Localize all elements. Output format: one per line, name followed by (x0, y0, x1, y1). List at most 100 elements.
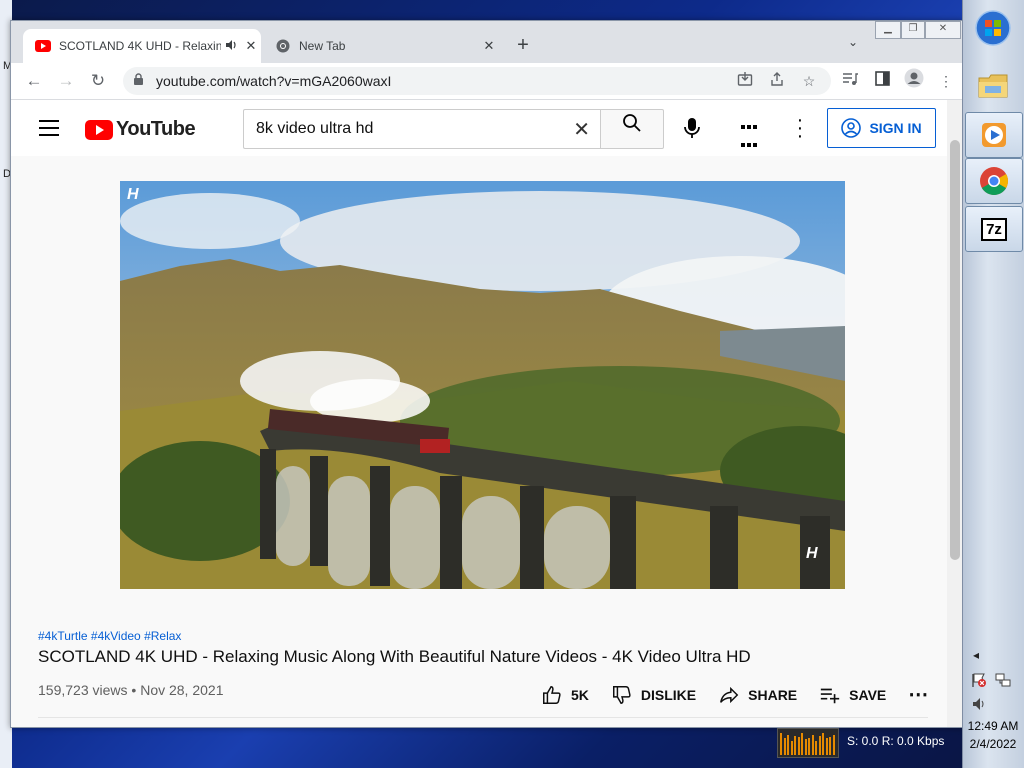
meta-separator: • (131, 682, 141, 698)
browser-toolbar: ← → ↻ youtube.com/watch?v=mGA2060waxI ☆ … (11, 63, 963, 100)
save-button[interactable]: SAVE (819, 684, 886, 706)
network-activity-bar (815, 741, 817, 755)
page-scrollbar[interactable] (947, 100, 963, 727)
close-window-button[interactable]: ✕ (925, 21, 961, 39)
youtube-header: YouTube 8k video ultra hd ✕ · · · SIGN IN (11, 100, 947, 165)
file-explorer-icon[interactable] (965, 64, 1021, 108)
network-activity-bar (790, 741, 793, 755)
logo-text: YouTube (116, 118, 196, 140)
scrollbar-thumb[interactable] (950, 140, 960, 560)
search-icon (623, 114, 641, 132)
share-arrow-icon (720, 686, 739, 703)
side-panel-icon[interactable] (869, 68, 895, 94)
network-activity-bar (832, 735, 835, 755)
browser-window: SCOTLAND 4K UHD - Relaxin ✕ New Tab ✕ + … (10, 20, 964, 728)
voice-search-icon[interactable] (679, 114, 705, 142)
tab-new-tab[interactable]: New Tab ✕ (263, 29, 499, 63)
like-count: 5K (571, 686, 589, 703)
audio-playing-icon[interactable] (221, 39, 241, 54)
bookmark-star-icon[interactable]: ☆ (799, 71, 819, 91)
address-bar[interactable]: youtube.com/watch?v=mGA2060waxI ☆ (123, 67, 831, 95)
forward-arrow-icon[interactable]: → (53, 68, 79, 94)
playlist-add-icon (820, 688, 840, 703)
like-button[interactable]: 5K (541, 684, 589, 706)
sevenzip-icon[interactable]: 7z (965, 206, 1023, 252)
network-activity-bar (794, 736, 796, 755)
chrome-menu-icon[interactable]: ⋮ (933, 68, 959, 94)
tab-close-icon[interactable]: ✕ (241, 38, 261, 54)
taskbar: 7z ◂ (962, 0, 1024, 768)
new-tab-button[interactable]: + (511, 34, 535, 58)
share-button[interactable]: SHARE (718, 684, 797, 706)
network-activity-bar (787, 735, 789, 755)
video-hashtags[interactable]: #4kTurtle #4kVideo #Relax (38, 629, 181, 643)
media-player-icon[interactable] (965, 112, 1023, 158)
media-control-icon[interactable] (837, 68, 863, 94)
watch-page-content: H H #4kTurtle #4kVideo #Relax SCOTLAND 4… (11, 156, 947, 727)
minimize-button[interactable]: ▁ (875, 21, 901, 39)
save-label: SAVE (849, 686, 887, 703)
clear-search-icon[interactable]: ✕ (573, 117, 590, 142)
watermark-bottom: H (806, 545, 818, 562)
hamburger-menu-icon[interactable] (39, 120, 59, 141)
tab-youtube[interactable]: SCOTLAND 4K UHD - Relaxin ✕ (23, 29, 261, 63)
network-activity-bar (829, 737, 831, 755)
more-actions-icon[interactable]: ⋯ (908, 682, 928, 707)
windows-start-icon[interactable] (965, 6, 1021, 50)
video-frame-scotland-viaduct (120, 181, 845, 589)
network-activity-bar (818, 736, 821, 755)
network-activity-bar (783, 738, 786, 755)
tray-expand-icon[interactable]: ◂ (973, 648, 979, 662)
volume-icon[interactable] (971, 696, 987, 715)
dislike-button[interactable]: DISLIKE (611, 684, 696, 706)
profile-avatar-icon[interactable] (901, 68, 927, 94)
action-center-flag-icon[interactable] (971, 672, 987, 691)
view-count: 159,723 views (38, 682, 128, 698)
clock-date[interactable]: 2/4/2022 (963, 737, 1023, 751)
watermark-top: H (127, 186, 139, 203)
youtube-favicon-icon (35, 38, 51, 54)
reload-icon[interactable]: ↻ (85, 68, 111, 94)
settings-more-icon[interactable]: · · · (795, 110, 805, 146)
youtube-play-icon (85, 119, 113, 140)
tab-search-icon[interactable]: ⌄ (843, 35, 863, 55)
tab-title: New Tab (299, 39, 346, 53)
video-meta: 159,723 views • Nov 28, 2021 (38, 682, 224, 698)
network-activity-bar (780, 733, 782, 755)
search-button[interactable] (600, 109, 664, 149)
network-activity-graph (777, 728, 839, 758)
section-divider (38, 717, 928, 718)
network-activity-bar (825, 738, 828, 755)
share-label: SHARE (748, 686, 798, 703)
chrome-icon[interactable] (965, 158, 1023, 204)
chrome-favicon-icon (275, 38, 291, 54)
install-app-icon[interactable] (735, 71, 755, 91)
apps-grid-icon[interactable] (741, 118, 759, 165)
network-activity-bar (804, 739, 807, 755)
network-activity-bar (822, 733, 824, 755)
clock-time[interactable]: 12:49 AM (963, 719, 1023, 733)
share-icon[interactable] (767, 71, 787, 91)
lock-icon (133, 73, 144, 89)
search-input[interactable]: 8k video ultra hd ✕ (243, 109, 600, 149)
back-arrow-icon[interactable]: ← (21, 68, 47, 94)
youtube-logo[interactable]: YouTube (85, 118, 196, 141)
network-icon[interactable] (995, 672, 1011, 691)
network-activity-bar (801, 733, 803, 755)
dislike-label: DISLIKE (640, 686, 697, 703)
video-player[interactable]: H H (120, 181, 845, 589)
thumbs-up-icon (543, 685, 561, 704)
sign-in-label: SIGN IN (869, 120, 922, 136)
publish-date: Nov 28, 2021 (140, 682, 224, 698)
network-speed-text: S: 0.0 R: 0.0 Kbps (847, 734, 945, 748)
sevenzip-label: 7z (981, 217, 1007, 241)
thumbs-down-icon (612, 685, 631, 704)
search-query-text: 8k video ultra hd (256, 120, 374, 137)
tab-title: SCOTLAND 4K UHD - Relaxin (59, 39, 221, 53)
maximize-button[interactable]: ❐ (901, 21, 925, 39)
video-title: SCOTLAND 4K UHD - Relaxing Music Along W… (38, 647, 751, 666)
tab-close-icon[interactable]: ✕ (479, 38, 499, 54)
url-text: youtube.com/watch?v=mGA2060waxI (156, 73, 392, 89)
sign-in-button[interactable]: SIGN IN (827, 108, 936, 148)
tab-strip: SCOTLAND 4K UHD - Relaxin ✕ New Tab ✕ + … (11, 21, 963, 63)
